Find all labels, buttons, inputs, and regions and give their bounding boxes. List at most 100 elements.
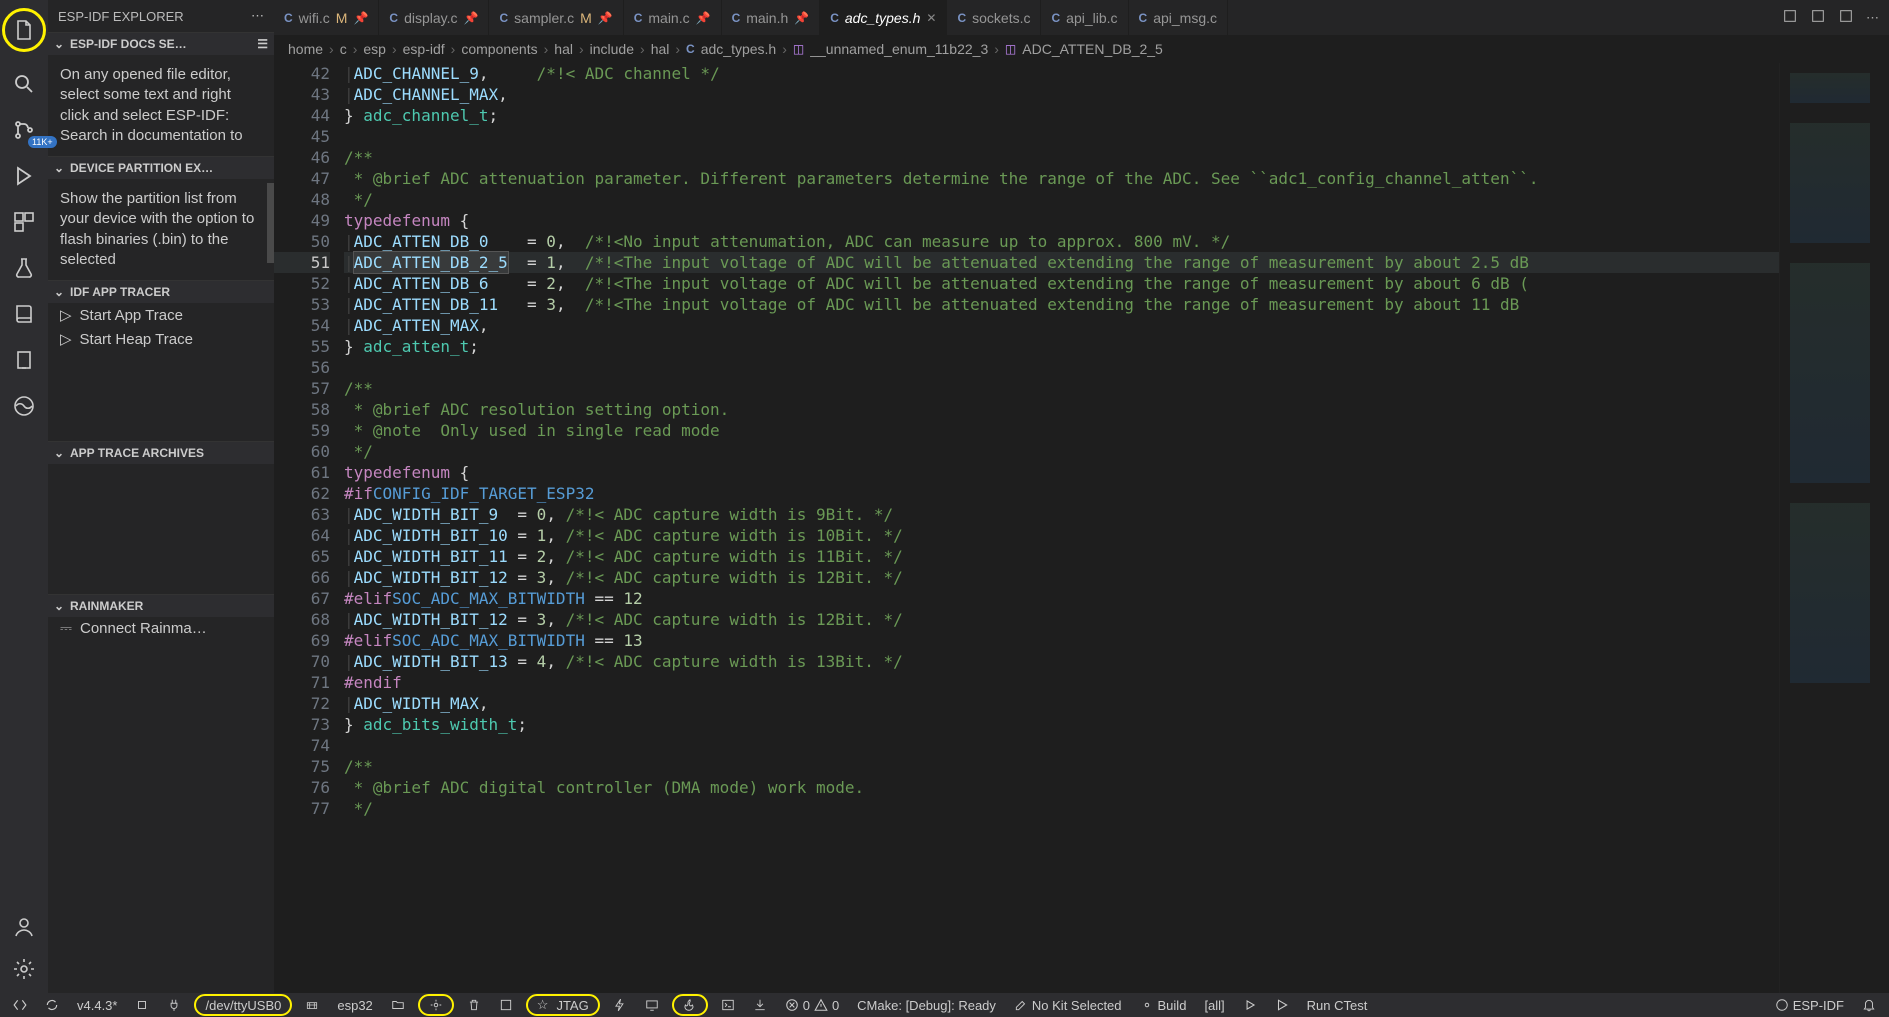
monitor-icon[interactable] — [640, 993, 664, 1017]
chevron-right-icon: › — [994, 41, 999, 57]
breadcrumb-segment[interactable]: esp-idf — [403, 41, 445, 57]
breadcrumb-segment[interactable]: hal — [554, 41, 573, 57]
section-rainmaker[interactable]: RAINMAKER — [48, 594, 274, 617]
tab-main-c[interactable]: Cmain.c📌 — [624, 0, 722, 35]
target-icon[interactable] — [300, 993, 324, 1017]
terminal-icon[interactable] — [716, 993, 740, 1017]
status-bell-icon[interactable] — [1857, 993, 1881, 1017]
tab-adc_types-h[interactable]: Cadc_types.h✕ — [820, 0, 947, 35]
source-control-icon[interactable]: 11K+ — [10, 116, 38, 144]
account-icon[interactable] — [10, 913, 38, 941]
status-build[interactable]: Build — [1135, 993, 1192, 1017]
breadcrumb-segment[interactable]: esp — [363, 41, 386, 57]
status-debug-play[interactable] — [1238, 993, 1262, 1017]
plug-icon[interactable] — [162, 993, 186, 1017]
tab-api_lib-c[interactable]: Capi_lib.c — [1041, 0, 1128, 35]
scrollbar-thumb[interactable] — [267, 183, 274, 263]
status-espidf[interactable]: ESP-IDF — [1770, 993, 1849, 1017]
pin-icon[interactable]: 📌 — [794, 11, 809, 25]
section-app-tracer[interactable]: IDF APP TRACER — [48, 280, 274, 303]
status-kit[interactable]: No Kit Selected — [1009, 993, 1127, 1017]
minimap[interactable] — [1779, 63, 1889, 993]
start-heap-trace[interactable]: ▷Start Heap Trace — [48, 327, 274, 351]
breadcrumb-segment[interactable]: ADC_ATTEN_DB_2_5 — [1022, 41, 1163, 57]
c-file-icon: C — [1051, 11, 1060, 25]
close-icon[interactable]: ✕ — [926, 11, 936, 25]
list-icon[interactable]: ☰ — [257, 37, 268, 51]
breadcrumb-segment[interactable]: components — [461, 41, 537, 57]
download-icon[interactable] — [748, 993, 772, 1017]
chevron-right-icon: › — [782, 41, 787, 57]
chevron-right-icon: › — [451, 41, 456, 57]
chevron-right-icon: › — [544, 41, 549, 57]
status-jtag[interactable]: ☆JTAG — [526, 994, 600, 1016]
pin-icon[interactable]: 📌 — [696, 11, 711, 25]
start-app-trace[interactable]: ▷Start App Trace — [48, 303, 274, 327]
trash-icon[interactable] — [462, 993, 486, 1017]
pin-icon[interactable]: 📌 — [464, 11, 479, 25]
extensions-icon[interactable] — [10, 208, 38, 236]
tab-sampler-c[interactable]: Csampler.cM📌 — [489, 0, 623, 35]
section-archives[interactable]: APP TRACE ARCHIVES — [48, 441, 274, 464]
rainmaker-icon[interactable] — [10, 392, 38, 420]
device-icon[interactable] — [10, 346, 38, 374]
breadcrumb-segment[interactable]: include — [590, 41, 634, 57]
gutter: 4243444546474849505152535455565758596061… — [274, 63, 344, 993]
breadcrumb-segment[interactable]: hal — [651, 41, 670, 57]
search-icon[interactable] — [10, 70, 38, 98]
folder-icon[interactable] — [386, 993, 410, 1017]
layout-icon[interactable] — [1838, 8, 1854, 27]
enum-icon: ◫ — [1005, 42, 1016, 56]
status-cmake[interactable]: CMake: [Debug]: Ready — [852, 993, 1001, 1017]
breadcrumb-segment[interactable]: c — [340, 41, 347, 57]
compare-icon[interactable] — [1782, 8, 1798, 27]
pin-icon[interactable]: 📌 — [598, 11, 613, 25]
tab-main-h[interactable]: Cmain.h 📌 — [722, 0, 821, 35]
status-target-all[interactable]: [all] — [1199, 993, 1229, 1017]
tab-sockets-c[interactable]: Csockets.c — [947, 0, 1041, 35]
status-ctest[interactable]: Run CTest — [1302, 993, 1373, 1017]
status-gear[interactable] — [418, 994, 454, 1016]
tab-label: sockets.c — [972, 10, 1030, 26]
flash-icon[interactable] — [608, 993, 632, 1017]
status-target[interactable]: esp32 — [332, 993, 377, 1017]
status-version[interactable]: v4.4.3* — [72, 993, 122, 1017]
remote-icon[interactable] — [8, 993, 32, 1017]
breadcrumb-segment[interactable]: __unnamed_enum_11b22_3 — [810, 41, 988, 57]
flask-icon[interactable] — [10, 254, 38, 282]
tab-api_msg-c[interactable]: Capi_msg.c — [1129, 0, 1228, 35]
c-file-icon: C — [732, 11, 741, 25]
plug-icon: ⎓ — [60, 620, 72, 637]
status-port[interactable]: /dev/ttyUSB0 — [194, 994, 292, 1016]
connect-rainmaker[interactable]: ⎓Connect Rainma… — [48, 617, 274, 640]
play-icon: ▷ — [60, 330, 72, 348]
breadcrumb-segment[interactable]: home — [288, 41, 323, 57]
section-partition[interactable]: DEVICE PARTITION EX… — [48, 156, 274, 179]
chevron-right-icon: › — [329, 41, 334, 57]
breadcrumb-segment[interactable]: adc_types.h — [701, 41, 777, 57]
c-file-icon: C — [499, 11, 508, 25]
fire-icon[interactable] — [672, 994, 708, 1016]
breadcrumbs[interactable]: home›c›esp›esp-idf›components›hal›includ… — [274, 35, 1889, 63]
tab-label: main.h — [746, 10, 788, 26]
build-icon[interactable] — [494, 993, 518, 1017]
pin-icon[interactable]: 📌 — [353, 11, 368, 25]
status-problems[interactable]: 0 0 — [780, 993, 844, 1017]
run-debug-icon[interactable] — [10, 162, 38, 190]
split-icon[interactable] — [1810, 8, 1826, 27]
status-run-play[interactable] — [1270, 993, 1294, 1017]
book-icon[interactable] — [10, 300, 38, 328]
play-icon: ▷ — [60, 306, 72, 324]
code-editor[interactable]: | ADC_CHANNEL_9, /*!< ADC channel */| AD… — [344, 63, 1779, 993]
section-docs-search[interactable]: ESP-IDF DOCS SE… ☰ — [48, 32, 274, 55]
chip-icon[interactable] — [130, 993, 154, 1017]
sync-icon[interactable] — [40, 993, 64, 1017]
tab-display-c[interactable]: Cdisplay.c📌 — [379, 0, 489, 35]
gear-icon[interactable] — [10, 955, 38, 983]
tab-wifi-c[interactable]: Cwifi.cM📌 — [274, 0, 379, 35]
more-icon[interactable]: ⋯ — [1866, 10, 1879, 26]
more-icon[interactable]: ⋯ — [251, 8, 264, 24]
docs-search-body: On any opened file editor, select some t… — [48, 55, 274, 156]
explorer-icon[interactable] — [2, 8, 46, 52]
status-bar: v4.4.3* /dev/ttyUSB0 esp32 ☆JTAG 0 0 CMa… — [0, 993, 1889, 1017]
